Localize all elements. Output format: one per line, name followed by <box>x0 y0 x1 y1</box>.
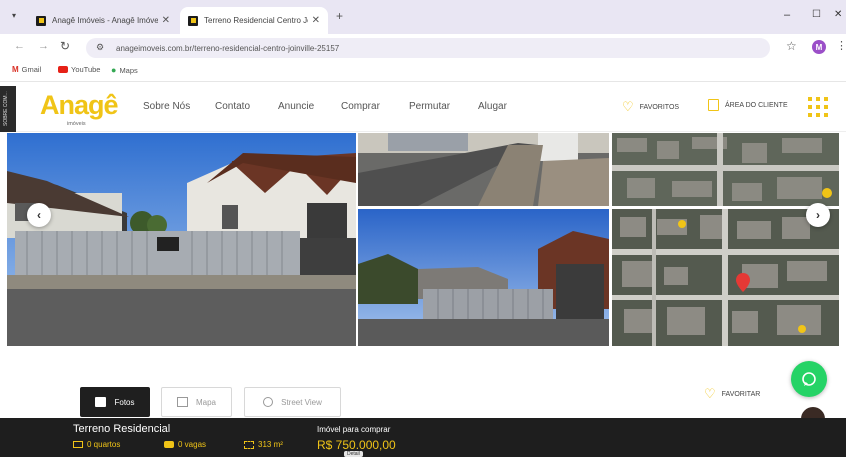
logo-subtext: imóveis <box>67 121 86 127</box>
car-icon <box>164 441 174 448</box>
gallery-next-button[interactable]: › <box>806 203 830 227</box>
listing-title: Terreno Residencial <box>73 423 171 435</box>
tab-label: Mapa <box>195 397 216 407</box>
bookmark-star-icon[interactable]: ☆ <box>786 39 797 53</box>
close-tab-icon[interactable]: ✕ <box>162 15 170 26</box>
favoritar-button[interactable]: ♡ FAVORITAR <box>704 386 760 402</box>
feature-parking: 0 vagas <box>164 440 206 449</box>
bookmark-maps[interactable]: ● Maps <box>111 65 138 75</box>
heart-icon: ♡ <box>622 99 634 114</box>
bookmark-label: Maps <box>119 65 138 75</box>
price-tooltip: Detail <box>344 451 363 457</box>
gmail-icon: M <box>12 65 19 74</box>
anage-favicon-icon <box>188 15 198 26</box>
whatsapp-icon <box>802 372 816 386</box>
maximize-button[interactable]: ☐ <box>812 9 821 20</box>
browser-tab-strip: ▾ Anagê Imóveis - Anagê Imóveis ✕ Terren… <box>0 0 846 34</box>
login-icon <box>708 99 719 111</box>
photo-icon <box>95 397 107 407</box>
feature-label: 313 m² <box>258 440 283 449</box>
nav-anuncie[interactable]: Anuncie <box>278 101 314 112</box>
aerial-map-image <box>612 209 839 346</box>
fence-photo-image <box>358 209 609 346</box>
address-bar-row: ← → ↻ ⚙ anageimoveis.com.br/terreno-resi… <box>0 34 846 60</box>
client-area-link[interactable]: ÁREA DO CLIENTE <box>708 99 788 111</box>
favorites-label: FAVORITOS <box>639 103 680 111</box>
nav-comprar[interactable]: Comprar <box>341 101 380 112</box>
url-text: anageimoveis.com.br/terreno-residencial-… <box>116 43 340 53</box>
listing-bar: Terreno Residencial 0 quartos 0 vagas 31… <box>0 418 846 457</box>
side-tab-label: SOBRE COM... <box>3 91 9 126</box>
side-tab[interactable]: SOBRE COM... <box>0 86 16 132</box>
listing-price: R$ 750.000,00 <box>317 438 396 452</box>
feature-area: 313 m² <box>244 440 283 449</box>
browser-tab-active[interactable]: Terreno Residencial Centro Joinville ✕ <box>180 7 328 34</box>
tab-mapa[interactable]: Mapa <box>161 387 232 417</box>
anage-logo[interactable]: Anagê imóveis <box>40 90 124 130</box>
browser-tab-inactive[interactable]: Anagê Imóveis - Anagê Imóveis ✕ <box>28 7 178 34</box>
main-photo-image <box>7 133 356 346</box>
back-arrow-icon[interactable]: ← <box>14 40 25 52</box>
whatsapp-button[interactable] <box>791 361 827 397</box>
gallery-map-aerial-top[interactable] <box>612 133 839 206</box>
url-field[interactable]: ⚙ anageimoveis.com.br/terreno-residencia… <box>86 38 770 58</box>
heart-icon: ♡ <box>704 386 716 401</box>
nav-permutar[interactable]: Permutar <box>409 101 450 112</box>
feature-label: 0 quartos <box>87 440 121 449</box>
nav-alugar[interactable]: Alugar <box>478 101 507 112</box>
aerial-map-image <box>612 133 839 206</box>
listing-purpose: Imóvel para comprar <box>317 425 391 434</box>
bookmark-youtube[interactable]: YouTube <box>58 65 100 74</box>
area-icon <box>244 440 254 449</box>
street-view-icon <box>263 397 274 407</box>
maps-pin-icon: ● <box>111 65 117 75</box>
close-tab-icon[interactable]: ✕ <box>312 15 320 26</box>
profile-avatar[interactable]: M <box>812 40 826 54</box>
gallery-photo-street[interactable] <box>358 133 609 206</box>
tab-search-icon[interactable]: ▾ <box>12 11 16 20</box>
chevron-left-icon: ‹ <box>37 208 41 222</box>
nav-contato[interactable]: Contato <box>215 101 250 112</box>
bookmarks-bar: M Gmail YouTube ● Maps <box>0 60 846 82</box>
tab-label: Fotos <box>114 397 135 407</box>
feature-label: 0 vagas <box>178 440 207 449</box>
tab-title: Anagê Imóveis - Anagê Imóveis <box>52 16 158 25</box>
grid-menu-icon[interactable] <box>808 97 828 117</box>
minimize-button[interactable]: – <box>784 9 790 21</box>
bed-icon <box>73 441 83 448</box>
site-info-icon[interactable]: ⚙ <box>96 42 104 53</box>
tab-label: Street View <box>281 397 322 407</box>
tab-street-view[interactable]: Street View <box>244 387 341 417</box>
forward-arrow-icon[interactable]: → <box>38 40 49 52</box>
chevron-right-icon: › <box>816 208 820 222</box>
gallery-map-aerial-bottom[interactable] <box>612 209 839 346</box>
feature-bedrooms: 0 quartos <box>73 440 120 449</box>
close-window-button[interactable]: ✕ <box>834 9 842 20</box>
tab-fotos[interactable]: Fotos <box>80 387 150 417</box>
nav-sobre-nos[interactable]: Sobre Nós <box>143 101 190 112</box>
bookmark-label: Gmail <box>21 65 42 74</box>
youtube-icon <box>58 66 68 73</box>
site-header: SOBRE COM... Anagê imóveis Sobre Nós Con… <box>0 82 846 132</box>
map-icon <box>176 397 188 407</box>
bookmark-gmail[interactable]: M Gmail <box>12 65 41 74</box>
logo-wordmark: Anagê <box>40 90 119 120</box>
gallery-photo-fence[interactable] <box>358 209 609 346</box>
favorites-link[interactable]: ♡ FAVORITOS <box>622 99 679 115</box>
gallery-main-photo[interactable] <box>7 133 356 346</box>
street-photo-image <box>358 133 609 206</box>
gallery-prev-button[interactable]: ‹ <box>27 203 51 227</box>
tab-title: Terreno Residencial Centro Joinville <box>204 16 308 25</box>
anage-favicon-icon <box>36 15 46 26</box>
favoritar-label: FAVORITAR <box>721 390 761 398</box>
menu-dots-icon[interactable]: ⋮ <box>836 39 846 52</box>
new-tab-button[interactable]: + <box>336 9 343 23</box>
client-area-label: ÁREA DO CLIENTE <box>725 101 788 109</box>
bookmark-label: YouTube <box>71 65 101 74</box>
reload-icon[interactable]: ↻ <box>60 39 70 53</box>
